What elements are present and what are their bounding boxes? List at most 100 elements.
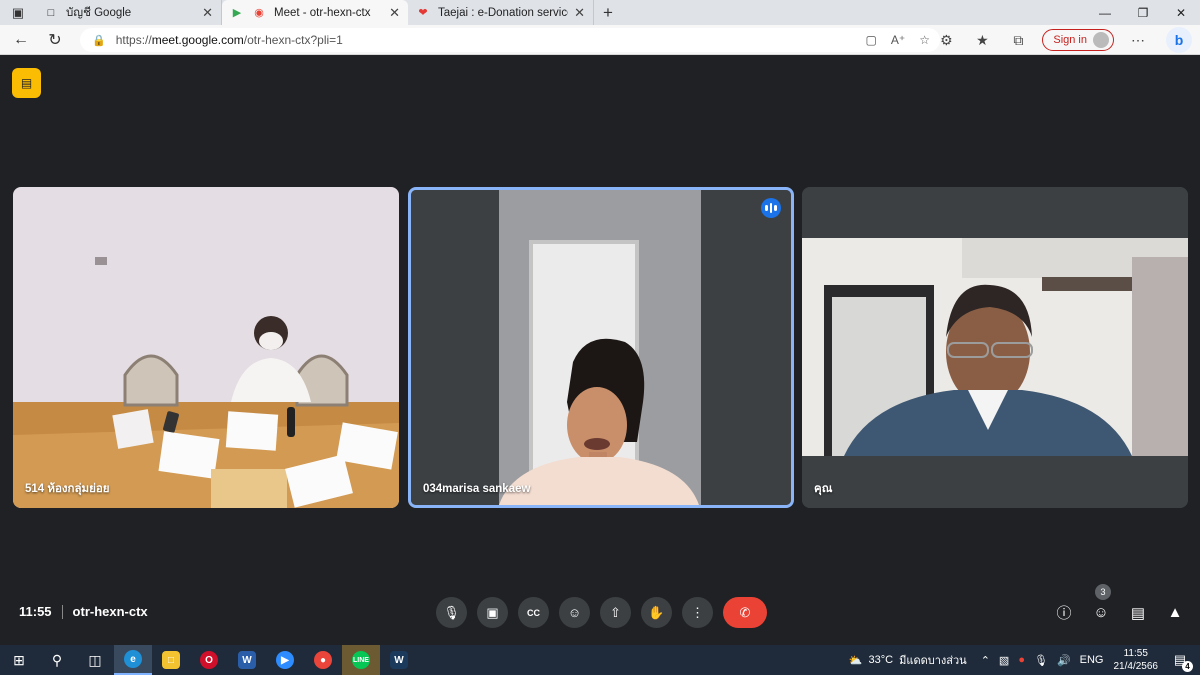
divider — [61, 604, 63, 619]
participant-name: 034marisa sankaew — [423, 483, 531, 495]
tab-actions-icon[interactable]: ▣ — [0, 0, 36, 25]
captions-icon[interactable]: CC — [518, 597, 549, 628]
people-count: 3 — [1095, 584, 1111, 600]
participant-video — [411, 190, 791, 505]
tray-icons: ⌃ ▧ ● 🎙 🔊 ENG — [981, 654, 1104, 667]
meeting-details: 11:55 otr-hexn-ctx — [19, 604, 148, 619]
sign-in-label: Sign in — [1053, 34, 1087, 46]
document-icon: □ — [47, 6, 55, 19]
mic-icon[interactable]: 🎙 — [436, 597, 467, 628]
present-icon[interactable]: ⇧ — [600, 597, 631, 628]
meeting-time: 11:55 — [19, 604, 52, 619]
participant-video — [13, 187, 399, 508]
sign-in-button[interactable]: Sign in — [1042, 29, 1114, 51]
chat-icon[interactable]: ▤ — [1127, 597, 1149, 628]
weather-text: มีแดดบางส่วน — [899, 655, 967, 667]
lock-icon[interactable]: 🔒 — [92, 34, 106, 47]
volume-icon[interactable]: 🔊 — [1057, 654, 1071, 667]
bing-icon[interactable]: b — [1166, 27, 1192, 53]
participant-tile-self[interactable]: คุณ — [802, 187, 1188, 508]
system-tray: ⛅ 33°C มีแดดบางส่วน ⌃ ▧ ● 🎙 🔊 ENG 11:55 … — [849, 645, 1200, 675]
taskbar: ⊞ ⚲ ◫ e □ O W ▶ ● LINE W ⛅ 33°C มีแดดบาง… — [0, 645, 1200, 675]
heart-icon: ❤ — [418, 7, 428, 19]
clock-time: 11:55 — [1123, 648, 1148, 659]
tab-meet[interactable]: ▶ ◉ Meet - otr-hexn-ctx ✕ — [222, 0, 408, 25]
weather-widget[interactable]: ⛅ 33°C มีแดดบางส่วน — [849, 651, 967, 669]
address-bar[interactable]: 🔒 https://meet.google.com/otr-hexn-ctx?p… — [80, 28, 940, 52]
read-aloud-icon[interactable]: A⁺ — [891, 33, 905, 47]
edge-icon[interactable]: e — [114, 645, 152, 675]
speaking-indicator-icon — [761, 198, 781, 218]
chevron-up-icon[interactable]: ⌃ — [981, 654, 990, 667]
hang-up-icon[interactable]: ✆ — [723, 597, 767, 628]
back-button[interactable]: ← — [4, 25, 38, 55]
meet-icon: ▶ — [232, 7, 242, 19]
meet-tray-icon[interactable]: ● — [1018, 654, 1025, 667]
webex-icon[interactable]: W — [380, 645, 418, 675]
windows-start-icon[interactable]: ⊞ — [0, 645, 38, 675]
call-controls: 🎙 ▣ CC ☺ ⇧ ✋ ⋮ ✆ — [436, 597, 767, 628]
word-icon[interactable]: W — [228, 645, 266, 675]
zoom-icon[interactable]: ▶ — [266, 645, 304, 675]
chrome-icon[interactable]: ● — [304, 645, 342, 675]
emoji-icon[interactable]: ☺ — [559, 597, 590, 628]
meeting-info-icon[interactable]: ⓘ — [1053, 597, 1075, 628]
meet-stage: ▤ 514 ห้องกลุ่มย่อย 034marisa sankaew คุ… — [0, 56, 1200, 644]
line-icon[interactable]: LINE — [342, 645, 380, 675]
clock-date: 21/4/2566 — [1113, 661, 1159, 672]
url-text: https://meet.google.com/otr-hexn-ctx?pli… — [116, 33, 343, 47]
tab-title: Taejai : e-Donation service — [438, 6, 569, 19]
recording-badge-icon[interactable]: ▤ — [12, 68, 41, 98]
extensions-icon[interactable]: ⚙ — [928, 32, 964, 49]
reload-button[interactable]: ↻ — [38, 25, 72, 55]
notification-count: 4 — [1182, 661, 1193, 672]
close-window-button[interactable]: ✕ — [1162, 0, 1200, 25]
tab-title: Meet - otr-hexn-ctx — [274, 6, 371, 19]
file-explorer-icon[interactable]: □ — [152, 645, 190, 675]
meeting-code: otr-hexn-ctx — [72, 604, 148, 619]
weather-temp: 33°C — [868, 654, 894, 666]
url-path: /otr-hexn-ctx?pli=1 — [243, 33, 343, 47]
new-tab-button[interactable]: + — [594, 0, 622, 25]
close-icon[interactable]: ✕ — [389, 5, 400, 21]
search-icon[interactable]: ⚲ — [38, 645, 76, 675]
mic-tray-icon[interactable]: 🎙 — [1034, 654, 1048, 667]
raise-hand-icon[interactable]: ✋ — [641, 597, 672, 628]
task-view-icon[interactable]: ◫ — [76, 645, 114, 675]
clock[interactable]: 11:55 21/4/2566 — [1114, 647, 1159, 673]
tab-title: บัญชี Google — [66, 6, 132, 19]
window-controls: — ❐ ✕ — [1086, 0, 1200, 25]
close-icon[interactable]: ✕ — [574, 5, 585, 21]
favorites-icon[interactable]: ★ — [964, 32, 1000, 49]
tab-bar: ▣ □ บัญชี Google ✕ ▶ ◉ Meet - otr-hexn-c… — [0, 0, 1200, 25]
avatar — [1093, 32, 1109, 48]
collections-icon[interactable]: ⧉ — [1000, 32, 1036, 49]
navigation-bar: ← ↻ 🔒 https://meet.google.com/otr-hexn-c… — [0, 25, 1200, 55]
participant-tile-active[interactable]: 034marisa sankaew — [408, 187, 794, 508]
participant-tile[interactable]: 514 ห้องกลุ่มย่อย — [13, 187, 399, 508]
url-scheme: https:// — [115, 33, 152, 47]
activities-icon[interactable]: ▲ — [1164, 597, 1186, 628]
url-host: meet.google.com — [151, 33, 244, 47]
maximize-button[interactable]: ❐ — [1124, 0, 1162, 25]
notification-icon[interactable]: ▤ 4 — [1170, 650, 1193, 672]
camera-icon[interactable]: ▣ — [477, 597, 508, 628]
more-options-icon[interactable]: ⋯ — [1120, 32, 1156, 49]
recording-icon: ◉ — [254, 7, 264, 19]
people-icon[interactable]: ☺ 3 — [1090, 584, 1112, 628]
participant-name: คุณ — [814, 483, 833, 495]
participant-name: 514 ห้องกลุ่มย่อย — [25, 483, 110, 495]
browser-toolbar: ⚙ ★ ⧉ Sign in ⋯ b — [928, 25, 1200, 55]
side-controls: ⓘ ☺ 3 ▤ ▲ — [1053, 584, 1186, 628]
display-icon[interactable]: ▧ — [999, 654, 1009, 667]
participant-video — [802, 187, 1188, 508]
more-icon[interactable]: ⋮ — [682, 597, 713, 628]
url-actions: ▢ A⁺ ☆ — [866, 28, 930, 52]
language-indicator[interactable]: ENG — [1080, 654, 1104, 667]
tab-google-account[interactable]: □ บัญชี Google ✕ — [36, 0, 222, 25]
camera-in-use-icon[interactable]: ▢ — [866, 33, 877, 47]
opera-icon[interactable]: O — [190, 645, 228, 675]
close-icon[interactable]: ✕ — [202, 5, 213, 21]
tab-taejai[interactable]: ❤ Taejai : e-Donation service ✕ — [408, 0, 594, 25]
minimize-button[interactable]: — — [1086, 0, 1124, 25]
